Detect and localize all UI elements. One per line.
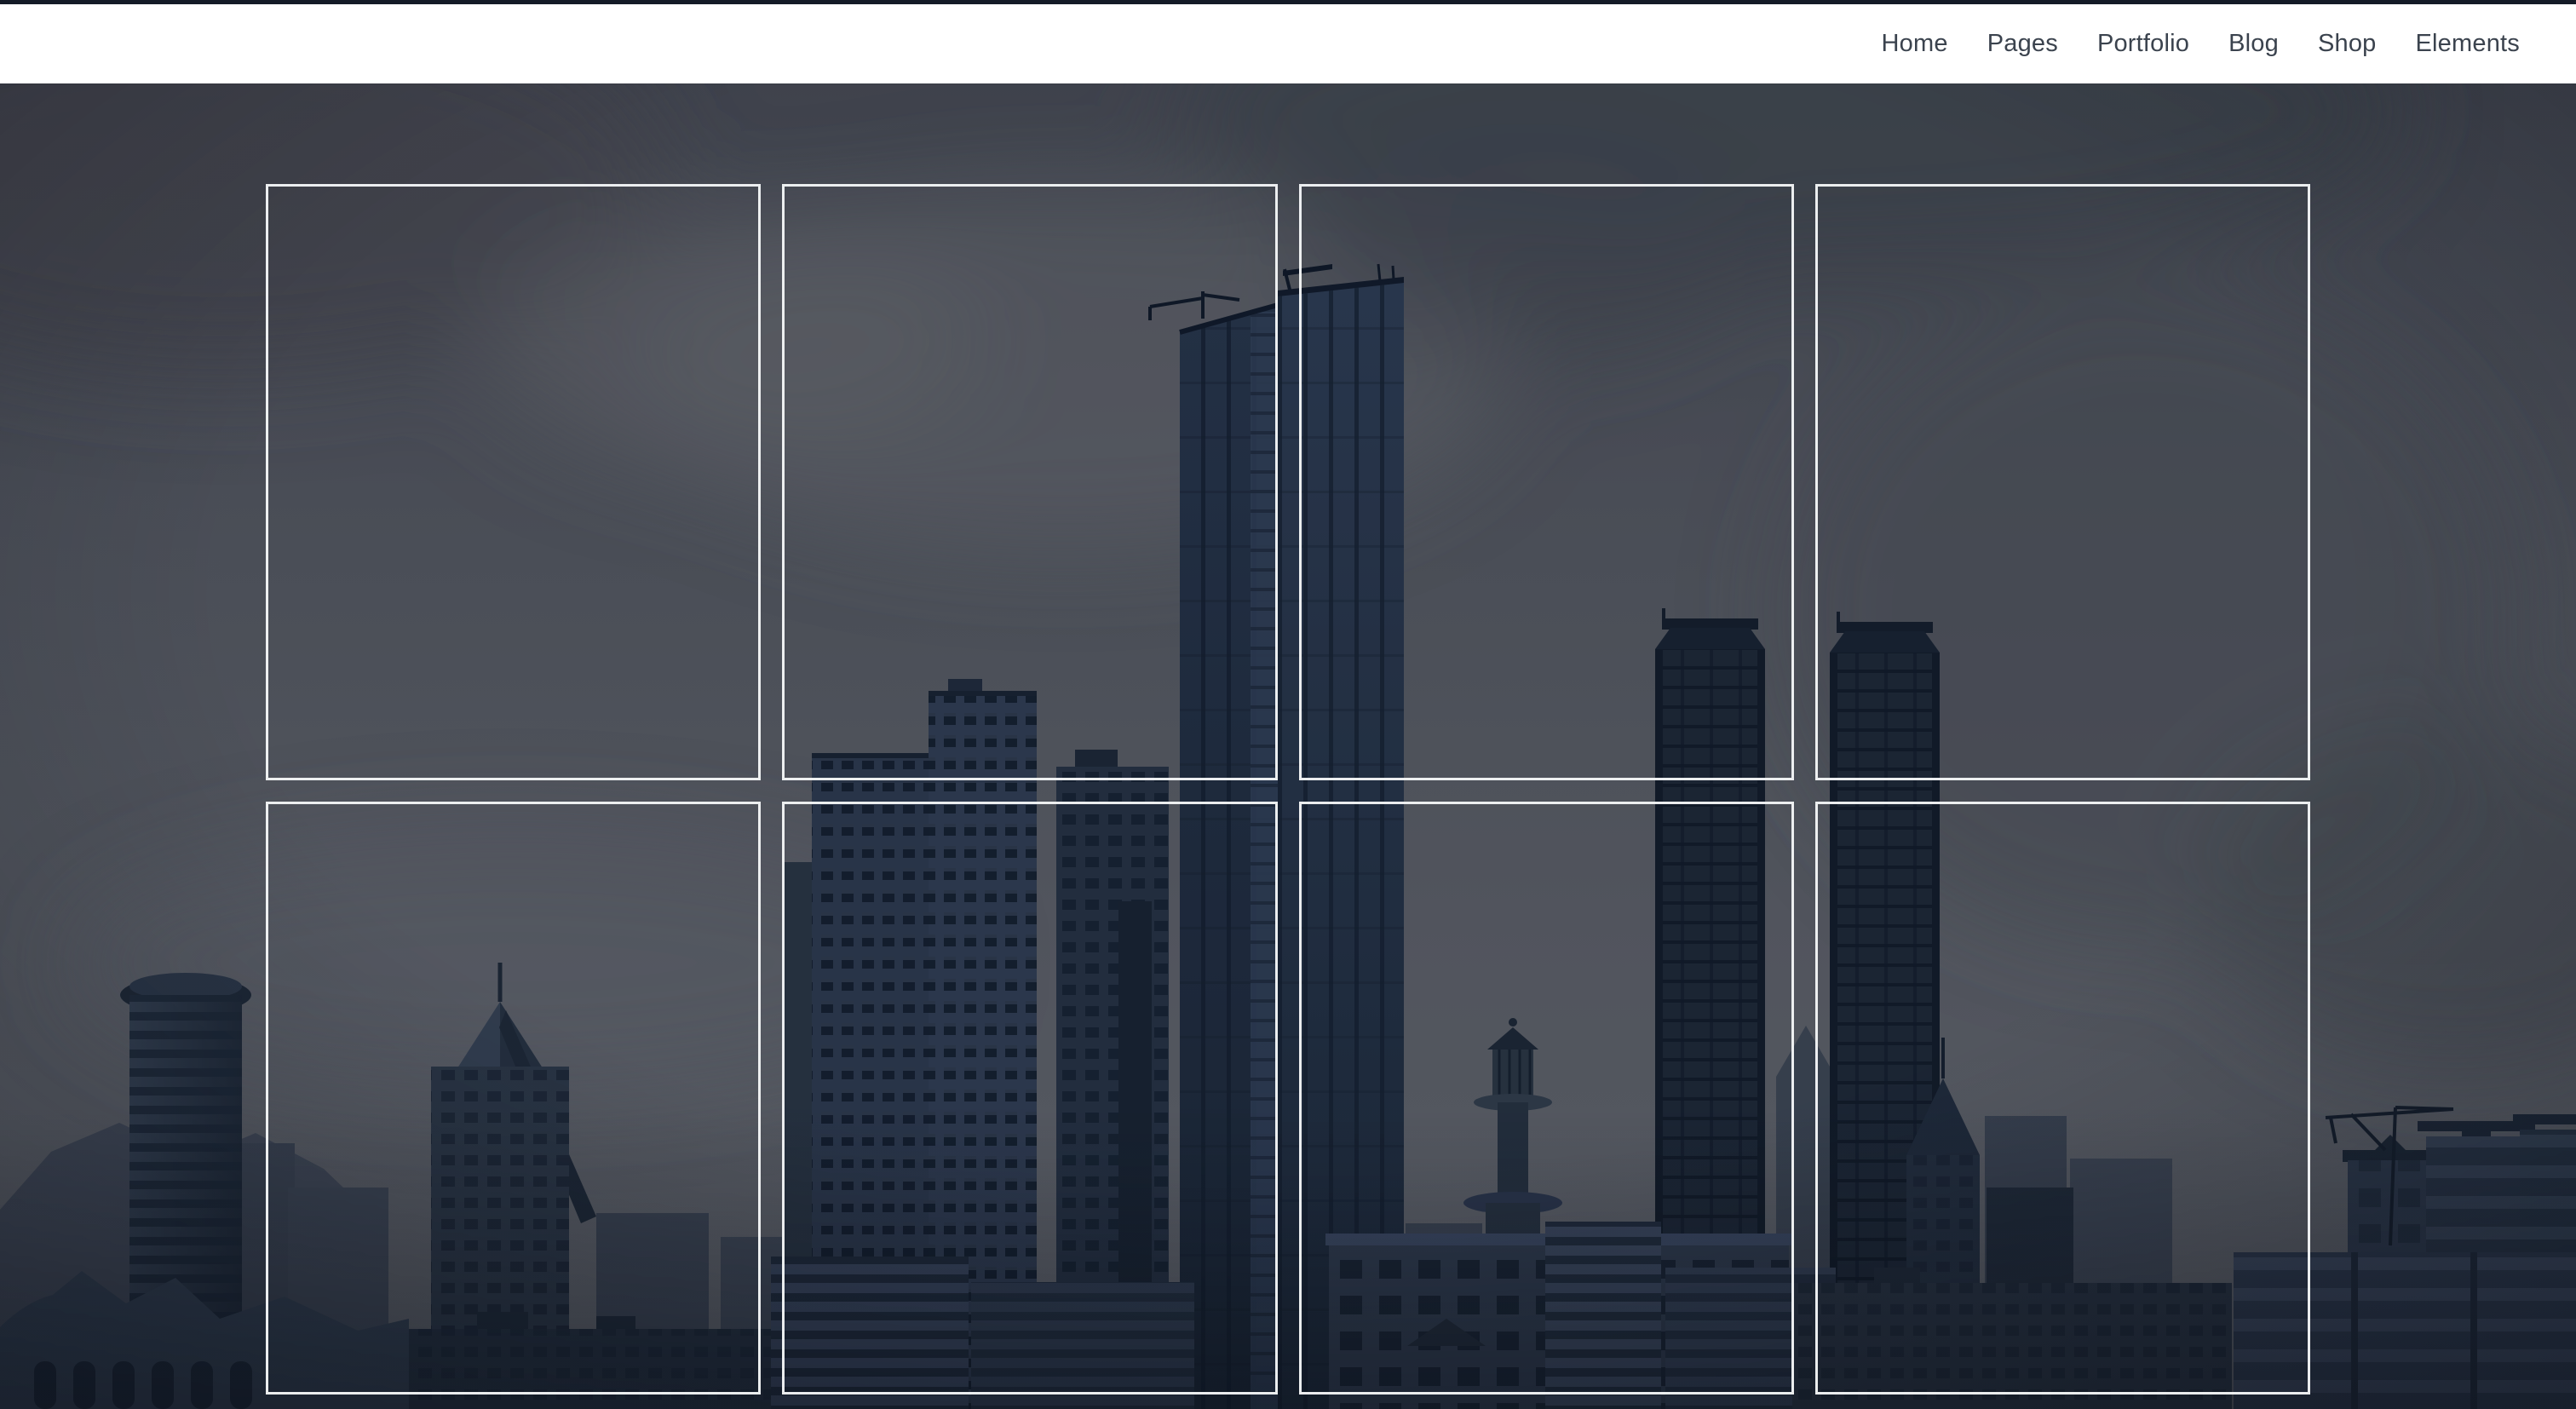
- portfolio-tile-7[interactable]: [1299, 802, 1794, 1395]
- site-header: Home Pages Portfolio Blog Shop Elements: [0, 4, 2576, 83]
- portfolio-tile-6[interactable]: [782, 802, 1277, 1395]
- nav-link-home[interactable]: Home: [1882, 32, 1948, 56]
- portfolio-tile-2[interactable]: [782, 184, 1277, 780]
- nav-link-shop[interactable]: Shop: [2318, 32, 2377, 56]
- portfolio-tile-1[interactable]: [266, 184, 761, 780]
- portfolio-tile-8[interactable]: [1815, 802, 2310, 1395]
- main-nav: Home Pages Portfolio Blog Shop Elements: [1882, 32, 2576, 56]
- portfolio-tile-3[interactable]: [1299, 184, 1794, 780]
- nav-link-pages[interactable]: Pages: [1987, 32, 2058, 56]
- nav-link-portfolio[interactable]: Portfolio: [2097, 32, 2189, 56]
- portfolio-grid: [266, 184, 2310, 1395]
- portfolio-tile-4[interactable]: [1815, 184, 2310, 780]
- hero-section: [0, 83, 2576, 1409]
- portfolio-tile-5[interactable]: [266, 802, 761, 1395]
- page-top-border: [0, 0, 2576, 4]
- nav-link-blog[interactable]: Blog: [2228, 32, 2279, 56]
- nav-link-elements[interactable]: Elements: [2416, 32, 2521, 56]
